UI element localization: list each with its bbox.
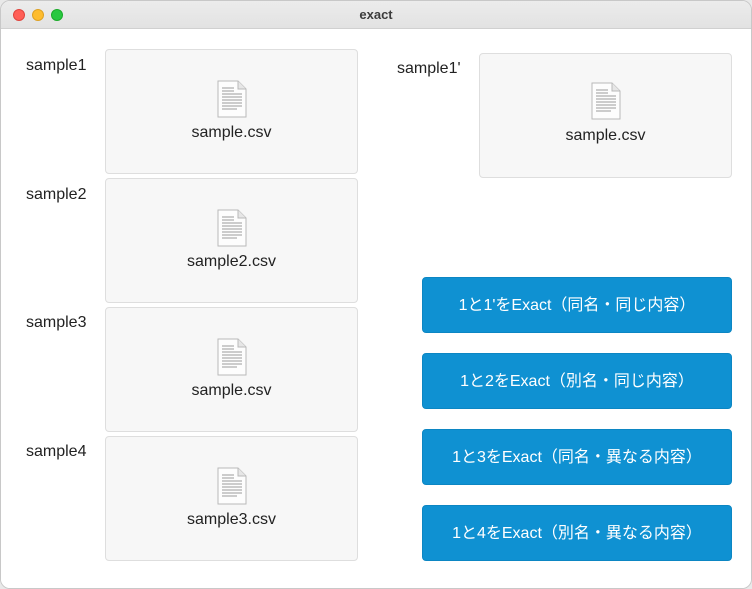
document-icon xyxy=(591,82,620,120)
sample2-file-name: sample2.csv xyxy=(187,253,276,270)
sample1-dropzone[interactable]: sample.csv xyxy=(105,49,358,174)
app-window: exact sample1 sample.csv sample2 sample2… xyxy=(0,0,752,589)
sample2-dropzone[interactable]: sample2.csv xyxy=(105,178,358,303)
exact-1-vs-3-button[interactable]: 1と3をExact（同名・異なる内容） xyxy=(422,429,732,485)
document-icon xyxy=(217,338,246,376)
title-bar[interactable]: exact xyxy=(1,1,751,29)
document-icon xyxy=(217,467,246,505)
sample4-label: sample4 xyxy=(26,443,87,460)
document-icon xyxy=(217,80,246,118)
sample3-label: sample3 xyxy=(26,314,87,331)
sample1-prime-dropzone[interactable]: sample.csv xyxy=(479,53,732,178)
sample1-prime-label: sample1' xyxy=(397,60,461,77)
exact-1-vs-2-button[interactable]: 1と2をExact（別名・同じ内容） xyxy=(422,353,732,409)
sample2-label: sample2 xyxy=(26,186,87,203)
exact-1-vs-4-button[interactable]: 1と4をExact（別名・異なる内容） xyxy=(422,505,732,561)
sample1-label: sample1 xyxy=(26,57,87,74)
exact-1-vs-1prime-button[interactable]: 1と1'をExact（同名・同じ内容） xyxy=(422,277,732,333)
sample1-file-name: sample.csv xyxy=(191,124,272,141)
sample1-prime-file-name: sample.csv xyxy=(565,127,646,144)
sample3-dropzone[interactable]: sample.csv xyxy=(105,307,358,432)
main-content: sample1 sample.csv sample2 sample2.csv s… xyxy=(1,29,751,588)
sample3-file-name: sample.csv xyxy=(191,382,272,399)
window-title: exact xyxy=(359,7,393,22)
document-icon xyxy=(217,209,246,247)
sample4-file-name: sample3.csv xyxy=(187,511,276,528)
sample4-dropzone[interactable]: sample3.csv xyxy=(105,436,358,561)
